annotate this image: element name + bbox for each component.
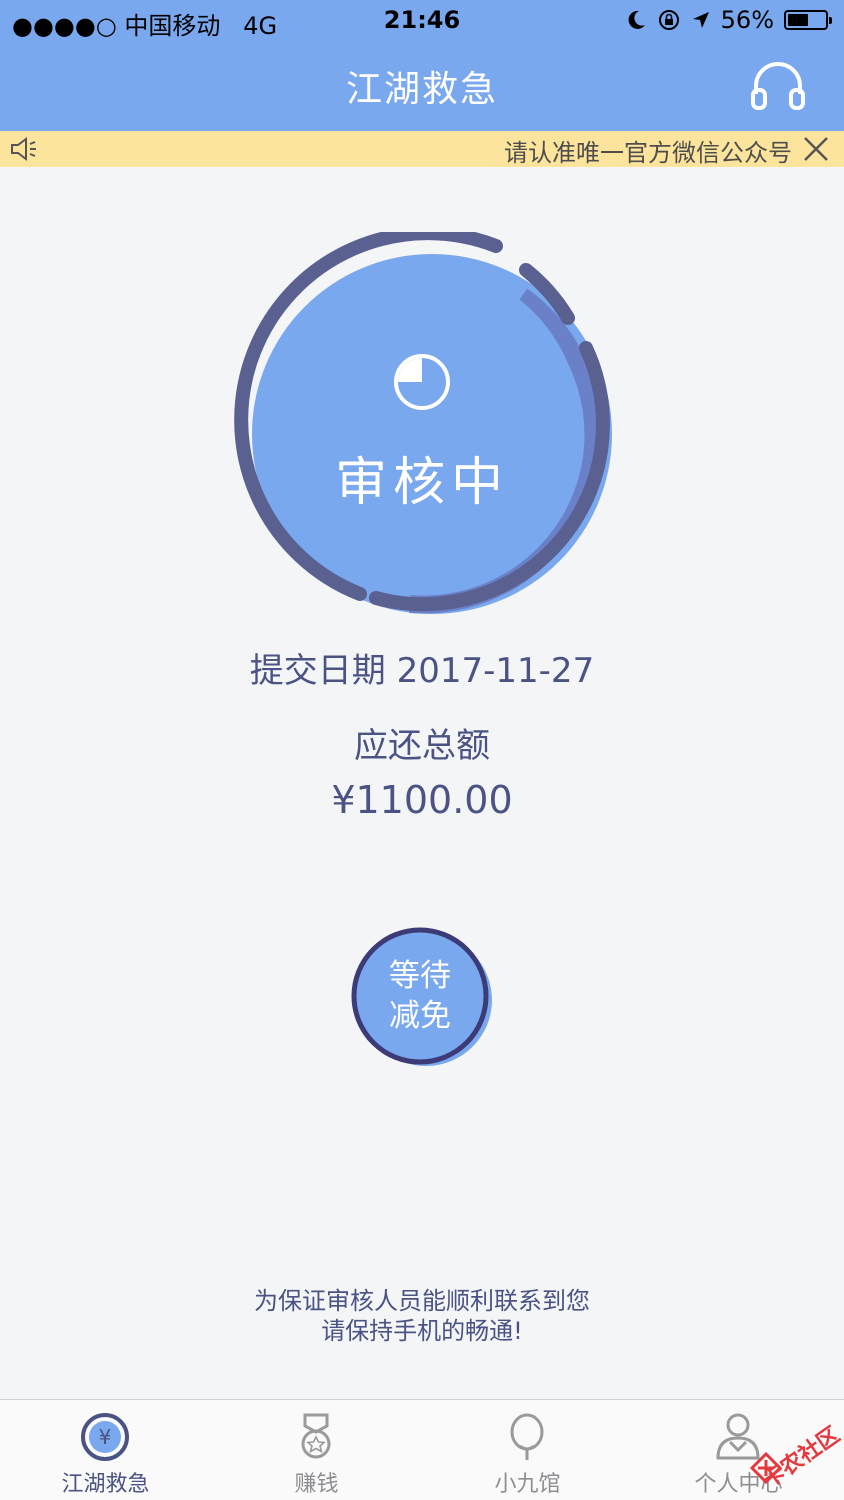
tab-label-earn: 赚钱: [294, 1472, 339, 1497]
pie-clock-icon: [394, 354, 450, 410]
battery-icon: [784, 10, 832, 30]
notice-banner: 请认准唯一官方微信公众号: [0, 131, 844, 167]
contact-hint-line-2: 请保持手机的畅通!: [321, 1317, 523, 1345]
tab-label-xiaojiuguan: 小九馆: [494, 1472, 561, 1497]
status-right: 56%: [625, 6, 832, 34]
review-status-ring: [234, 232, 612, 614]
wait-button-line-1: 等待: [389, 958, 451, 994]
tab-xiaojiuguan[interactable]: 小九馆: [422, 1400, 633, 1500]
app-header: ●●●●○ 中国移动 4G 21:46 56% 江湖救急: [0, 0, 844, 131]
location-arrow-icon: [692, 12, 709, 28]
battery-percent: 56%: [720, 6, 774, 34]
review-status-label: 审核中: [334, 453, 509, 513]
total-due-label: 应还总额: [354, 726, 490, 766]
speaker-icon: [11, 137, 36, 161]
close-icon[interactable]: [800, 133, 832, 165]
svg-text:¥: ¥: [99, 1425, 112, 1449]
tab-rescue[interactable]: ¥ 江湖救急: [0, 1400, 211, 1500]
status-bar: ●●●●○ 中国移动 4G 21:46 56%: [0, 0, 844, 44]
wait-button-line-2: 减免: [389, 998, 451, 1034]
battery-fill: [788, 14, 808, 26]
tab-earn[interactable]: 赚钱: [211, 1400, 422, 1500]
tab-label-rescue: 江湖救急: [61, 1472, 150, 1497]
page-title: 江湖救急: [345, 69, 498, 110]
total-due-amount: ¥1100.00: [331, 778, 513, 822]
balloon-icon: [510, 1413, 544, 1460]
headset-icon[interactable]: [748, 58, 808, 114]
moon-icon: [628, 10, 645, 29]
tab-bar: ¥ 江湖救急 赚钱 小九馆 个人中心: [0, 1399, 844, 1500]
wait-button-label: 等待 减免: [360, 956, 480, 1036]
watermark: 卡农社区: [748, 1410, 844, 1494]
yuan-coin-icon: ¥: [81, 1413, 129, 1461]
notice-text: 请认准唯一官方微信公众号: [504, 139, 792, 167]
contact-hint: 为保证审核人员能顺利联系到您 请保持手机的畅通!: [0, 1286, 844, 1346]
medal-icon: [301, 1413, 331, 1459]
wait-for-waiver-button[interactable]: 等待 减免: [348, 926, 498, 1072]
rotation-lock-icon: [658, 10, 679, 30]
contact-hint-line-1: 为保证审核人员能顺利联系到您: [254, 1287, 590, 1315]
submit-date: 提交日期 2017-11-27: [249, 651, 595, 691]
